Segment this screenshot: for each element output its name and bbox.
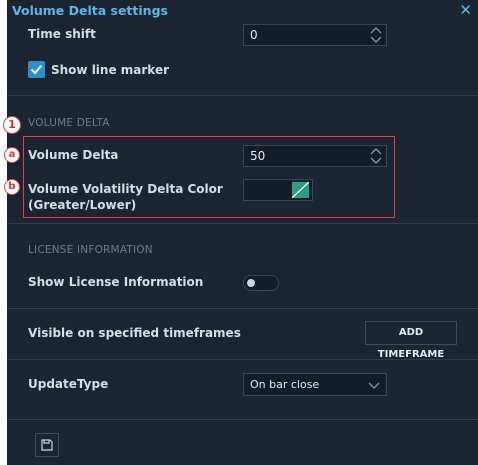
update-type-label: UpdateType bbox=[28, 377, 109, 391]
highlight-box bbox=[23, 136, 395, 218]
section-heading-volume-delta: VOLUME DELTA bbox=[28, 117, 110, 129]
annotation-marker-1: 1 bbox=[3, 116, 21, 134]
toggle-knob bbox=[247, 279, 255, 287]
divider bbox=[7, 95, 478, 96]
show-line-marker-checkbox[interactable] bbox=[28, 61, 45, 78]
add-timeframe-button[interactable]: ADD TIMEFRAME bbox=[365, 321, 457, 360]
update-type-select[interactable]: On bar close bbox=[243, 373, 387, 396]
dialog-title: Volume Delta settings bbox=[12, 3, 168, 18]
annotation-marker-b: b bbox=[4, 179, 20, 195]
time-shift-stepper[interactable]: 0 bbox=[243, 24, 387, 46]
close-icon[interactable]: ✕ bbox=[459, 1, 472, 19]
show-license-label: Show License Information bbox=[28, 275, 204, 289]
chevron-down-icon bbox=[368, 382, 380, 389]
save-icon bbox=[41, 439, 53, 451]
time-shift-label: Time shift bbox=[28, 27, 96, 41]
show-line-marker-label: Show line marker bbox=[51, 63, 170, 77]
settings-panel: Volume Delta settings ✕ Time shift 0 Sho… bbox=[7, 0, 478, 465]
divider bbox=[7, 223, 478, 224]
divider bbox=[7, 308, 478, 309]
divider bbox=[7, 359, 478, 360]
show-license-toggle[interactable] bbox=[243, 275, 279, 291]
section-heading-license: LICENSE INFORMATION bbox=[28, 244, 153, 256]
timeframes-label: Visible on specified timeframes bbox=[28, 326, 241, 340]
update-type-value: On bar close bbox=[250, 378, 320, 391]
divider bbox=[7, 419, 478, 420]
check-icon bbox=[30, 64, 43, 75]
time-shift-value: 0 bbox=[250, 28, 258, 42]
save-template-button[interactable] bbox=[35, 433, 59, 457]
title-bar: Volume Delta settings ✕ bbox=[7, 0, 478, 20]
annotation-marker-a: a bbox=[4, 147, 20, 163]
stepper-arrows-icon[interactable] bbox=[370, 26, 382, 44]
